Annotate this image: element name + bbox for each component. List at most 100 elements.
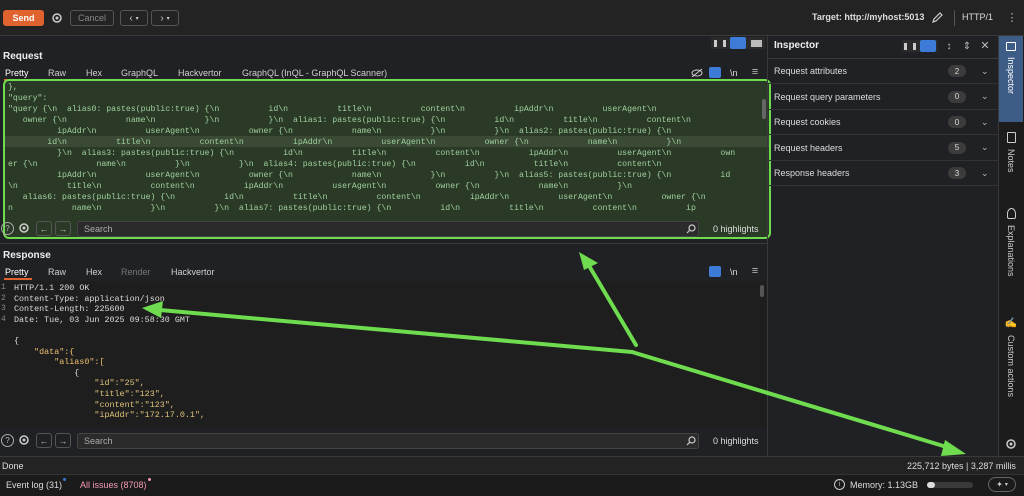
split-columns-icon[interactable] (714, 40, 726, 47)
request-title: Request (3, 51, 43, 62)
tab-inql-scanner[interactable]: GraphQL (InQL - GraphQL Scanner) (242, 68, 387, 78)
response-code-line: "alias0":[ (14, 357, 105, 368)
prev-match-button[interactable]: ← (36, 221, 52, 236)
side-tab-notes[interactable]: Notes (1000, 128, 1022, 188)
chevron-down-icon[interactable]: ⌄ (981, 168, 989, 179)
inspector-row-count: 0 (948, 116, 966, 129)
tab-render[interactable]: Render (121, 267, 151, 277)
pencil-icon[interactable] (930, 10, 944, 24)
tab-pretty[interactable]: Pretty (5, 68, 29, 78)
inspector-row-count: 0 (948, 90, 966, 103)
word-wrap-icon[interactable] (709, 67, 721, 78)
inspector-row-count: 2 (948, 65, 966, 77)
chevron-down-icon[interactable]: ⌄ (981, 91, 989, 102)
expand-all-icon[interactable]: ⇕ (961, 40, 973, 52)
request-code-line: owner {\n name\n }\n }\n alias1: pastes(… (8, 116, 691, 125)
more-options-icon[interactable]: ⋮ (1005, 9, 1019, 25)
next-match-button[interactable]: → (55, 221, 71, 236)
prev-match-button[interactable]: ← (36, 433, 52, 448)
request-search-input[interactable] (77, 221, 699, 237)
search-icon[interactable] (684, 434, 698, 448)
single-view-icon[interactable] (751, 40, 762, 47)
request-code-line: ipAddr\n userAgent\n owner {\n name\n }\… (8, 127, 672, 136)
menu-icon[interactable]: ≡ (749, 265, 761, 277)
side-tab-explanations[interactable]: Explanations (1000, 204, 1022, 304)
settings-icon[interactable] (17, 221, 31, 235)
split-columns-icon[interactable] (904, 43, 916, 50)
newline-toggle[interactable]: \n (730, 68, 738, 78)
request-code-line: }, (8, 83, 18, 92)
tab-graphql[interactable]: GraphQL (121, 68, 158, 78)
inspector-row-label: Request attributes (774, 66, 848, 76)
word-wrap-icon[interactable] (709, 266, 721, 277)
line-number: 2 (1, 293, 6, 303)
chevron-down-icon[interactable]: ⌄ (981, 142, 989, 153)
help-icon[interactable]: ? (1, 434, 14, 447)
dropdown-icon: ▾ (166, 15, 170, 22)
inspector-title: Inspector (774, 40, 820, 51)
response-code-line: "content":"123", (14, 399, 175, 410)
newline-toggle[interactable]: \n (730, 267, 738, 277)
back-history-button[interactable]: ‹ ▾ (120, 10, 148, 26)
dropdown-icon: ▾ (1004, 482, 1008, 488)
lightbulb-icon (1006, 208, 1016, 219)
forward-history-button[interactable]: › ▾ (151, 10, 179, 26)
inspector-row[interactable]: Response headers 3 ⌄ (768, 161, 998, 187)
send-button[interactable]: Send (3, 10, 44, 26)
side-tab-inspector[interactable]: Inspector (999, 36, 1023, 122)
response-title: Response (3, 250, 51, 261)
split-rows-icon[interactable] (730, 37, 746, 49)
tab-hackvertor[interactable]: Hackvertor (171, 267, 215, 277)
editor-scrollbar[interactable] (762, 99, 766, 119)
ai-sparkle-button[interactable]: ✦ ▾ (988, 477, 1016, 492)
inspector-row[interactable]: Request cookies 0 ⌄ (768, 110, 998, 136)
chevron-down-icon[interactable]: ⌄ (981, 117, 989, 128)
all-issues-link[interactable]: All issues (8708) (80, 480, 147, 490)
inspector-row-count: 3 (948, 167, 966, 180)
request-code-line: \n title\n content\n ipAddr\n userAgent\… (8, 182, 632, 191)
tab-raw[interactable]: Raw (48, 267, 66, 277)
inspector-icon (1006, 42, 1016, 51)
inspector-row[interactable]: Request headers 5 ⌄ (768, 136, 998, 161)
next-match-button[interactable]: → (55, 433, 71, 448)
chevron-down-icon[interactable]: ⌄ (981, 66, 989, 77)
inspector-row[interactable]: Request attributes 2 ⌄ (768, 59, 998, 84)
request-code-line: er {\n name\n }\n }\n alias4: pastes(pub… (8, 160, 662, 169)
tab-raw[interactable]: Raw (48, 68, 66, 78)
gear-icon[interactable] (49, 10, 65, 26)
response-search-input[interactable] (77, 433, 699, 449)
response-search-placeholder: Search (84, 436, 113, 446)
event-log-link[interactable]: Event log (31) (6, 480, 62, 490)
hide-eye-icon[interactable] (690, 67, 704, 79)
inspector-row-label: Response headers (774, 168, 850, 179)
menu-icon[interactable]: ≡ (749, 66, 761, 78)
layout-toggle-group (711, 37, 765, 49)
help-icon[interactable]: ? (1, 222, 14, 235)
panel-divider[interactable] (0, 243, 768, 244)
collapse-all-icon[interactable]: ↕ (943, 40, 955, 52)
http-version-label[interactable]: HTTP/1 (962, 12, 993, 22)
info-icon[interactable]: i (834, 479, 845, 490)
tab-hackvertor[interactable]: Hackvertor (178, 68, 222, 78)
split-rows-icon[interactable] (920, 40, 936, 52)
response-scrollbar[interactable] (760, 285, 764, 297)
request-code-line: "query": (8, 94, 48, 103)
response-highlights-count: 0 highlights (713, 436, 759, 446)
request-code-line: ipAddr\n userAgent\n owner {\n name\n }\… (8, 171, 731, 180)
inspector-row[interactable]: Request query parameters 0 ⌄ (768, 85, 998, 110)
target-label: Target: http://myhost:5013 (812, 12, 925, 22)
tab-pretty[interactable]: Pretty (5, 267, 29, 277)
response-code-line: "data":{ (14, 346, 75, 357)
response-code-line: Content-Length: 225600 (14, 304, 125, 315)
cancel-button[interactable]: Cancel (70, 10, 114, 26)
settings-icon[interactable] (17, 433, 31, 447)
active-tab-underline (4, 278, 32, 280)
notes-icon (1006, 132, 1016, 143)
side-tab-custom-actions[interactable]: ✍ Custom actions (1000, 314, 1022, 424)
close-icon[interactable]: ✕ (979, 39, 991, 52)
tab-hex[interactable]: Hex (86, 267, 102, 277)
settings-icon[interactable] (1004, 437, 1018, 451)
search-icon[interactable] (684, 222, 698, 236)
inspector-row-label: Request headers (774, 142, 843, 153)
tab-hex[interactable]: Hex (86, 68, 102, 78)
